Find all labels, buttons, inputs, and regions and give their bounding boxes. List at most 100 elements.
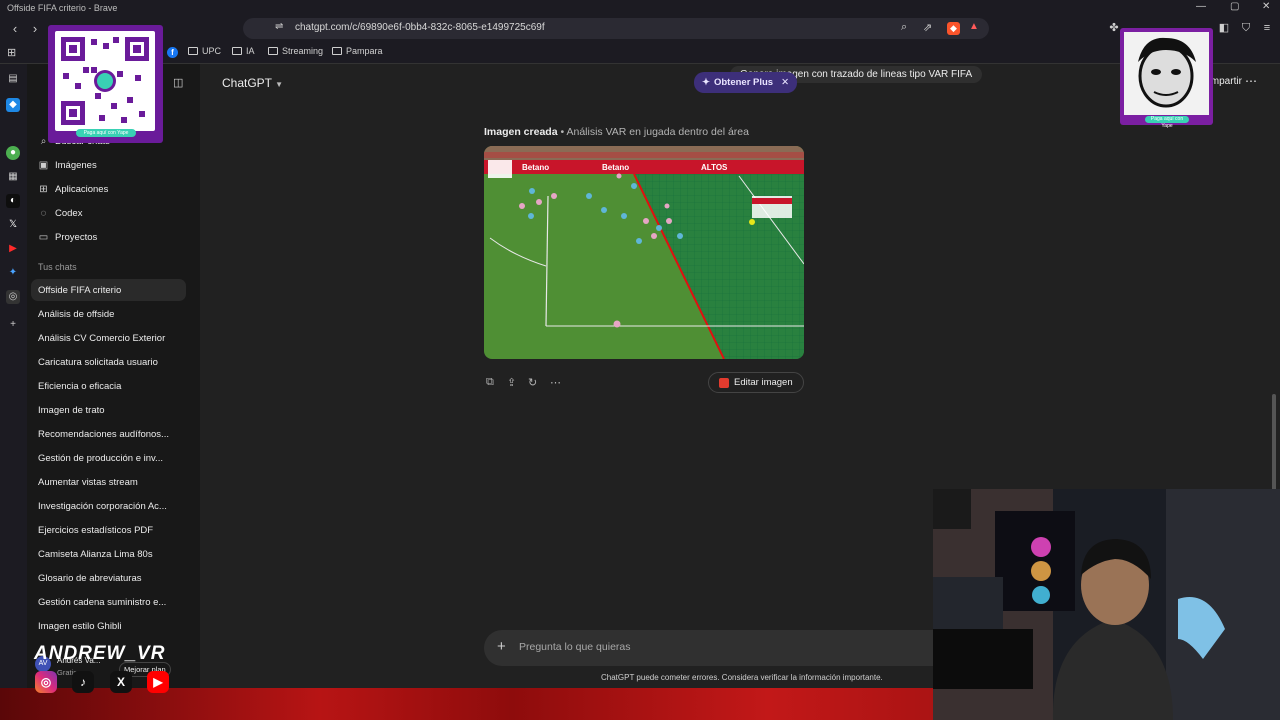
folder-icon [332,47,342,55]
sidebar-chat-item[interactable]: Aumentar vistas stream [38,477,138,488]
youtube-icon[interactable]: ▶ [6,242,20,256]
close-icon[interactable]: ✕ [1262,1,1270,12]
chrome-icon[interactable]: ● [6,146,20,160]
ad-board-text: Betano [522,163,549,172]
sidebar-chat-item[interactable]: Eficiencia o eficacia [38,381,121,392]
facebook-icon[interactable]: f [167,47,178,58]
sidebar-item-images[interactable]: ▣ Imágenes [38,160,97,171]
vpn-icon[interactable]: ⛉ [1238,20,1254,36]
grid-icon[interactable]: ▦ [6,170,20,184]
url-text[interactable]: chatgpt.com/c/69890e6f-0bb4-832c-8065-e1… [295,22,545,33]
back-icon[interactable]: ‹ [6,20,24,38]
x-icon[interactable]: 𝕏 [6,218,20,232]
more-options-icon[interactable]: ⋯ [1245,74,1257,88]
chats-section-label: Tus chats [38,262,77,272]
caricature-overlay: Paga aquí con Yape [1120,28,1213,129]
close-icon[interactable]: ✕ [781,77,789,88]
ad-board-text: Betano [602,163,629,172]
sidebar-chat-item[interactable]: Gestión de producción e inv... [38,453,163,464]
composer-input[interactable]: Pregunta lo que quieras [519,641,631,653]
brave-shields-icon[interactable]: ◆ [947,22,960,35]
folder-icon [188,47,198,55]
browser-toolbar: ‹ › ⚐ ⇌ chatgpt.com/c/69890e6f-0bb4-832c… [0,16,1280,42]
x-icon: X [110,671,132,693]
model-selector[interactable]: ChatGPT ▼ [222,76,283,90]
more-icon[interactable]: ⋯ [550,376,561,389]
composer[interactable]: + Pregunta lo que quieras [484,630,954,666]
sidebar-chat-item[interactable]: Camiseta Alianza Lima 80s [38,549,153,560]
tab-app-icon[interactable]: ◆ [6,98,20,112]
webcam-overlay [933,489,1280,720]
get-plus-button[interactable]: ✦ Obtener Plus ✕ [694,72,798,93]
bookmark-folder[interactable]: IA [232,46,255,56]
sidebar-chat-item[interactable]: Imagen de trato [38,405,105,416]
add-attachment-icon[interactable]: + [497,638,506,655]
instagram-icon: ◎ [35,671,57,693]
sidebar-chat-item[interactable]: Investigación corporación Ac... [38,501,167,512]
yape-qr-overlay: Paga aquí con Yape [48,25,163,143]
menu-icon[interactable]: ≡ [1259,20,1275,36]
apps-icon: ⊞ [39,184,48,195]
sidebar-chat-item[interactable]: Recomendaciones audífonos... [38,429,169,440]
caricature-image [1124,32,1209,115]
forward-icon[interactable]: › [26,20,44,38]
apps-grid-icon[interactable]: ⊞ [7,46,16,59]
bookmark-folder[interactable]: UPC [188,46,221,56]
sidebar-chat-item[interactable]: Glosario de abreviaturas [38,573,142,584]
window-titlebar: Offside FIFA criterio - Brave — ▢ ✕ [0,0,1280,16]
gemini-icon[interactable]: ✦ [6,266,20,280]
sidebar-item-apps[interactable]: ⊞ Aplicaciones [38,184,108,195]
site-settings-icon[interactable]: ⇌ [275,21,283,32]
ad-board-text: ALTOS [701,163,728,172]
sidebar-chat-item[interactable]: Offside FIFA criterio [38,285,121,296]
wallet-icon[interactable]: ◧ [1216,20,1232,36]
sidebar-chat-item[interactable]: Ejercicios estadísticos PDF [38,525,153,536]
sidebar-item-codex[interactable]: ◌ Codex [38,208,83,219]
chevron-down-icon: ▼ [275,80,284,89]
window-title: Offside FIFA criterio - Brave [7,3,118,13]
generated-image[interactable]: Betano Betano ALTOS [484,146,804,359]
sidebar-chat-item[interactable]: Análisis CV Comercio Exterior [38,333,165,344]
sidebar-chat-item[interactable]: Análisis de offside [38,309,114,320]
qr-code [55,31,155,131]
tiktok-icon: ♪ [72,671,94,693]
caricature-label: Paga aquí con Yape [1145,116,1189,129]
share-page-icon[interactable]: ⇗ [923,21,932,34]
disclaimer: ChatGPT puede cometer errores. Considera… [601,673,883,682]
youtube-icon: ▶ [147,671,169,693]
address-bar[interactable]: ⇌ chatgpt.com/c/69890e6f-0bb4-832c-8065-… [243,18,989,39]
folder-icon [268,47,278,55]
sidebar-item-projects[interactable]: ▭ Proyectos [38,232,97,243]
image-caption: Imagen creada • Análisis VAR en jugada d… [484,126,749,138]
image-icon: ▣ [38,160,49,171]
maximize-icon[interactable]: ▢ [1230,1,1239,12]
sidebar-toggle-icon[interactable]: ◫ [173,76,183,89]
brave-rewards-icon[interactable]: ▲ [969,21,979,32]
folder-icon [232,47,242,55]
sparkle-icon: ✦ [702,77,710,88]
streamer-handle: ANDREW_VR [34,643,166,664]
regenerate-icon[interactable]: ↻ [528,376,537,389]
chatgpt-icon[interactable]: ◎ [6,290,20,304]
sidebar-chat-item[interactable]: Caricatura solicitada usuario [38,357,158,368]
folder-icon: ▭ [38,232,49,243]
share-icon[interactable]: ⇪ [507,376,516,389]
bookmark-folder[interactable]: Streaming [268,46,323,56]
chat-sidebar: ◫ ⌕Buscar chats ▣Imágenes ⊞Aplicaciones … [27,64,224,688]
app-icon[interactable]: ◐ [6,194,20,208]
browser-side-panel: ▤ ◆ ● ▦ ◐ 𝕏 ▶ ✦ ◎ + [0,64,27,688]
zoom-icon[interactable]: ⌕ [901,21,907,34]
sidebar-chat-item[interactable]: Imagen estilo Ghibli [38,621,121,632]
edit-image-icon [719,377,729,388]
reading-list-icon[interactable]: ▤ [6,72,20,86]
codex-icon: ◌ [40,208,47,219]
bookmark-folder[interactable]: Pampara [332,46,383,56]
var-offside-image: Betano Betano ALTOS [484,146,804,359]
qr-label: Paga aquí con Yape [76,129,136,137]
minimize-icon[interactable]: — [1196,1,1206,12]
edit-image-button[interactable]: Editar imagen [708,372,804,393]
copy-icon[interactable]: ⧉ [486,376,494,389]
add-icon[interactable]: + [6,318,20,332]
sidebar-chat-item[interactable]: Gestión cadena suministro e... [38,597,166,608]
bookmarks-bar: ⊞ f UPC IA Streaming Pampara [0,42,1280,64]
